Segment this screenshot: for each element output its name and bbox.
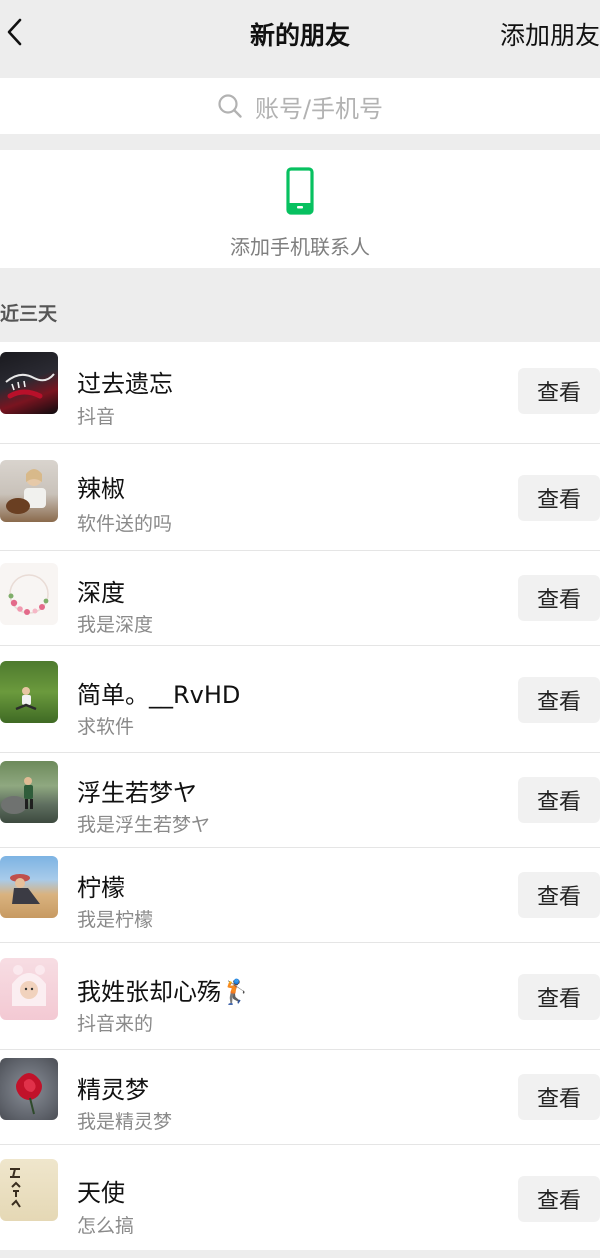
view-button[interactable]: 查看 — [518, 974, 600, 1020]
friend-note: 抖音来的 — [77, 1013, 154, 1035]
view-button[interactable]: 查看 — [518, 1176, 600, 1222]
friend-name: 精灵梦 — [77, 1076, 149, 1104]
friend-row[interactable]: 我姓张却心殇🏌️ 抖音来的 查看 — [0, 943, 600, 1050]
friend-note: 我是柠檬 — [77, 909, 154, 931]
friend-note: 我是精灵梦 — [77, 1111, 173, 1133]
friend-name: 我姓张却心殇🏌️ — [77, 978, 251, 1006]
avatar[interactable] — [0, 460, 58, 522]
search-bar[interactable]: 账号/手机号 — [0, 78, 600, 134]
avatar[interactable] — [0, 563, 58, 625]
mobile-phone-icon — [286, 167, 314, 215]
view-button[interactable]: 查看 — [518, 872, 600, 918]
avatar[interactable] — [0, 352, 58, 414]
friend-note: 求软件 — [77, 716, 135, 738]
friend-row[interactable]: 深度 我是深度 查看 — [0, 551, 600, 646]
search-icon — [218, 94, 242, 118]
friend-name: 辣椒 — [77, 475, 125, 503]
view-button[interactable]: 查看 — [518, 368, 600, 414]
section-title-recent: 近三天 — [0, 303, 58, 325]
friend-row[interactable]: 天使 怎么搞 查看 — [0, 1145, 600, 1252]
friend-row[interactable]: 辣椒 软件送的吗 查看 — [0, 444, 600, 551]
friend-request-list: 过去遗忘 抖音 查看 辣椒 软件送的吗 查看 深度 我是深度 查看 简单。__R… — [0, 342, 600, 1252]
friend-row[interactable]: 柠檬 我是柠檬 查看 — [0, 848, 600, 943]
friend-row[interactable]: 浮生若梦ヤ 我是浮生若梦ヤ 查看 — [0, 753, 600, 848]
friend-row[interactable]: 简单。__RvHD 求软件 查看 — [0, 646, 600, 753]
bottom-strip — [0, 1250, 600, 1258]
navigation-bar: 新的朋友 添加朋友 — [0, 0, 600, 78]
avatar[interactable] — [0, 1058, 58, 1120]
avatar[interactable] — [0, 1159, 58, 1221]
friend-name: 天使 — [77, 1179, 125, 1207]
avatar[interactable] — [0, 958, 58, 1020]
friend-name: 柠檬 — [77, 874, 125, 902]
friend-name: 简单。__RvHD — [77, 681, 241, 709]
friend-note: 我是深度 — [77, 614, 154, 636]
view-button[interactable]: 查看 — [518, 575, 600, 621]
avatar[interactable] — [0, 856, 58, 918]
view-button[interactable]: 查看 — [518, 777, 600, 823]
view-button[interactable]: 查看 — [518, 1074, 600, 1120]
chevron-left-icon — [7, 18, 22, 46]
friend-note: 软件送的吗 — [77, 513, 173, 535]
add-phone-contacts-label: 添加手机联系人 — [230, 235, 370, 259]
friend-name: 深度 — [77, 579, 125, 607]
view-button[interactable]: 查看 — [518, 475, 600, 521]
friend-row[interactable]: 过去遗忘 抖音 查看 — [0, 342, 600, 444]
view-button[interactable]: 查看 — [518, 677, 600, 723]
avatar[interactable] — [0, 661, 58, 723]
search-placeholder: 账号/手机号 — [254, 94, 384, 123]
avatar[interactable] — [0, 761, 58, 823]
friend-name: 浮生若梦ヤ — [77, 779, 197, 807]
friend-row[interactable]: 精灵梦 我是精灵梦 查看 — [0, 1050, 600, 1145]
friend-note: 怎么搞 — [77, 1215, 135, 1237]
add-phone-contacts-label-wrap: 添加手机联系人 — [0, 231, 600, 260]
back-button[interactable] — [0, 14, 30, 50]
friend-name: 过去遗忘 — [77, 370, 173, 398]
add-friend-button[interactable]: 添加朋友 — [500, 16, 600, 52]
friend-note: 我是浮生若梦ヤ — [77, 814, 211, 836]
friend-note: 抖音 — [77, 406, 116, 428]
